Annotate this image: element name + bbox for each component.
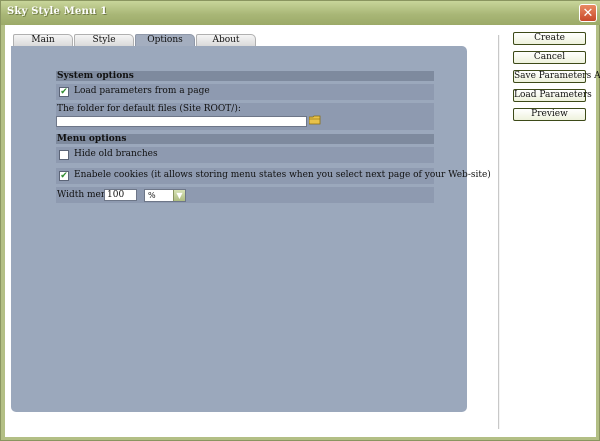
system-options-heading: System options — [56, 71, 434, 81]
load-params-label: Load parameters from a page — [74, 86, 210, 96]
load-params-row: ✔ Load parameters from a page — [56, 84, 434, 100]
app-window: Sky Style Menu 1 ✕ Main Style Options Ab… — [0, 0, 600, 441]
title-bar[interactable]: Sky Style Menu 1 ✕ — [1, 1, 600, 25]
close-button[interactable]: ✕ — [579, 4, 597, 22]
folder-label: The folder for default files (Site ROOT/… — [57, 104, 241, 114]
hide-branches-checkbox[interactable] — [59, 150, 69, 160]
tab-style[interactable]: Style — [74, 34, 134, 46]
window-title: Sky Style Menu 1 — [7, 6, 108, 17]
vertical-divider — [498, 35, 500, 429]
width-menu-row: Width menu: 100 % ▼ — [56, 187, 434, 203]
folder-input[interactable] — [56, 116, 307, 127]
options-panel: System options ✔ Load parameters from a … — [11, 46, 491, 412]
tab-about[interactable]: About — [196, 34, 256, 46]
check-icon: ✔ — [60, 170, 68, 181]
hide-branches-row: Hide old branches — [56, 147, 434, 163]
enable-cookies-row: ✔ Enabele cookies (it allows storing men… — [56, 168, 491, 184]
tab-main[interactable]: Main — [13, 34, 73, 46]
preview-button[interactable]: Preview — [513, 108, 586, 121]
create-button[interactable]: Create — [513, 32, 586, 45]
close-icon: ✕ — [582, 5, 594, 21]
tab-options[interactable]: Options — [135, 34, 195, 46]
width-unit-select[interactable]: % ▼ — [144, 189, 186, 202]
load-params-checkbox[interactable]: ✔ — [59, 87, 69, 97]
width-unit-value: % — [148, 191, 156, 200]
enable-cookies-checkbox[interactable]: ✔ — [59, 171, 69, 181]
menu-options-heading: Menu options — [56, 134, 434, 144]
enable-cookies-label: Enabele cookies (it allows storing menu … — [74, 170, 491, 180]
hide-branches-label: Hide old branches — [74, 149, 158, 159]
folder-icon[interactable] — [309, 115, 321, 125]
load-parameters-button[interactable]: Load Parameters — [513, 89, 592, 102]
width-menu-input[interactable]: 100 — [104, 189, 137, 201]
client-area: Main Style Options About System options … — [5, 25, 600, 437]
check-icon: ✔ — [60, 86, 68, 97]
save-parameters-button[interactable]: Save Parameters As — [513, 70, 600, 83]
chevron-down-icon[interactable]: ▼ — [173, 190, 185, 201]
folder-row: The folder for default files (Site ROOT/… — [56, 103, 434, 130]
cancel-button[interactable]: Cancel — [513, 51, 586, 64]
